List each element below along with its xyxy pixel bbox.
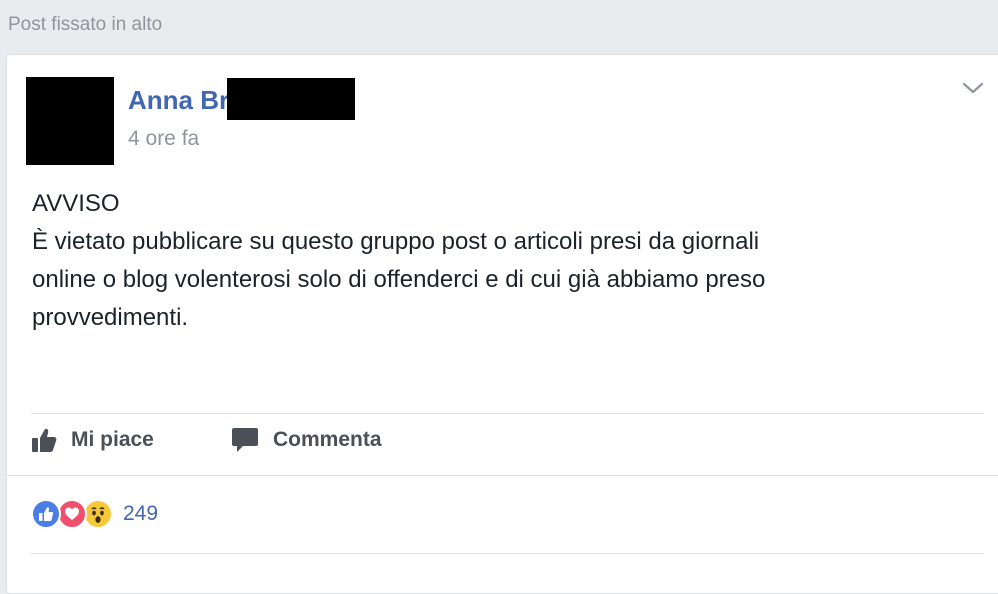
post-text-line: online o blog volenterosi solo di offend… — [32, 266, 766, 293]
reaction-count[interactable]: 249 — [123, 502, 158, 526]
comments-divider — [31, 553, 984, 554]
like-icon — [31, 499, 61, 529]
author-name[interactable]: Anna Br — [128, 85, 229, 116]
love-icon — [57, 499, 87, 529]
like-button[interactable]: Mi piace — [31, 427, 154, 453]
post-body: AVVISO È vietato pubblicare su questo gr… — [32, 185, 932, 337]
redaction-box — [227, 78, 355, 120]
footer-divider — [7, 475, 998, 476]
comment-icon — [232, 428, 258, 452]
thumbs-up-icon — [32, 428, 57, 452]
post-text-line: AVVISO — [32, 190, 120, 217]
wow-icon — [83, 499, 113, 529]
divider — [31, 413, 984, 414]
avatar[interactable] — [26, 77, 114, 165]
chevron-down-icon[interactable] — [962, 81, 984, 95]
post-text-line: È vietato pubblicare su questo gruppo po… — [32, 228, 760, 255]
pinned-post-label: Post fissato in alto — [8, 14, 163, 35]
post-card: Anna Br 4 ore fa AVVISO È vietato pubbli… — [6, 54, 998, 594]
like-label: Mi piace — [71, 428, 154, 451]
comment-button[interactable]: Commenta — [231, 427, 382, 453]
reactions-summary[interactable]: 249 — [31, 499, 158, 529]
post-text-line: provvedimenti. — [32, 304, 189, 331]
post-timestamp[interactable]: 4 ore fa — [128, 127, 199, 151]
comment-label: Commenta — [273, 428, 382, 451]
